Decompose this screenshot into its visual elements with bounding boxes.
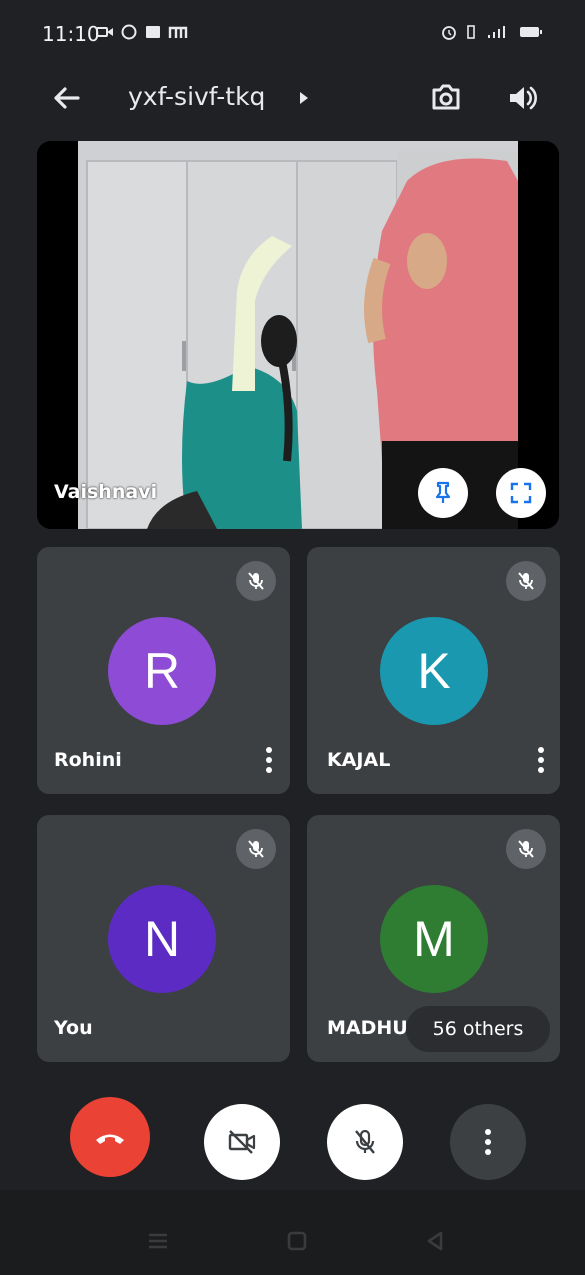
video-frame-image xyxy=(37,141,559,529)
more-vert-icon[interactable] xyxy=(538,746,544,774)
more-options-button[interactable] xyxy=(450,1104,526,1180)
fullscreen-icon xyxy=(510,482,532,504)
status-time: 11:10 xyxy=(42,22,100,46)
mic-off-icon xyxy=(518,840,534,858)
meeting-info-arrow-icon[interactable] xyxy=(300,92,308,104)
end-call-button[interactable] xyxy=(70,1097,150,1177)
status-bar: 11:10 xyxy=(0,0,585,64)
speaker-icon[interactable] xyxy=(505,80,541,116)
system-navigation-bar xyxy=(0,1190,585,1275)
more-vert-icon[interactable] xyxy=(266,746,272,774)
pin-button[interactable] xyxy=(418,468,468,518)
toggle-mic-button[interactable] xyxy=(327,1104,403,1180)
participant-name: Rohini xyxy=(54,749,122,771)
mic-off-icon xyxy=(248,840,264,858)
signal-icon xyxy=(488,26,505,38)
end-call-icon xyxy=(96,1134,124,1144)
avatar: R xyxy=(108,617,216,725)
back-nav-icon[interactable] xyxy=(424,1230,446,1252)
alarm-icon xyxy=(442,26,456,40)
back-arrow-icon[interactable] xyxy=(48,80,84,116)
mic-off-icon xyxy=(355,1129,375,1154)
camera-off-icon xyxy=(228,1130,256,1154)
whatsapp-icon xyxy=(121,24,137,40)
vibrate-icon xyxy=(467,25,475,39)
fullscreen-button[interactable] xyxy=(496,468,546,518)
mic-off-icon xyxy=(518,572,534,590)
meeting-code[interactable]: yxf-sivf-tkq xyxy=(128,82,265,111)
app-m-icon xyxy=(168,26,188,38)
avatar: N xyxy=(108,885,216,993)
more-options-icon xyxy=(485,1129,491,1155)
main-video-feed[interactable] xyxy=(37,141,559,529)
avatar: M xyxy=(380,885,488,993)
participant-name: MADHU xyxy=(327,1017,408,1039)
muted-indicator xyxy=(506,561,546,601)
mic-off-icon xyxy=(248,572,264,590)
muted-indicator xyxy=(236,561,276,601)
recents-menu-icon[interactable] xyxy=(146,1232,170,1250)
participant-name: You xyxy=(54,1017,93,1039)
home-icon[interactable] xyxy=(286,1230,308,1252)
switch-camera-icon[interactable] xyxy=(426,78,466,118)
message-icon xyxy=(146,26,160,38)
avatar: K xyxy=(380,617,488,725)
muted-indicator xyxy=(506,829,546,869)
battery-icon xyxy=(520,27,542,37)
main-video-participant-name: Vaishnavi xyxy=(54,481,158,503)
pin-icon xyxy=(435,481,451,503)
toggle-camera-button[interactable] xyxy=(204,1104,280,1180)
participant-name: KAJAL xyxy=(327,749,391,771)
muted-indicator xyxy=(236,829,276,869)
video-icon xyxy=(96,27,113,37)
others-count-chip[interactable]: 56 others xyxy=(406,1006,550,1052)
